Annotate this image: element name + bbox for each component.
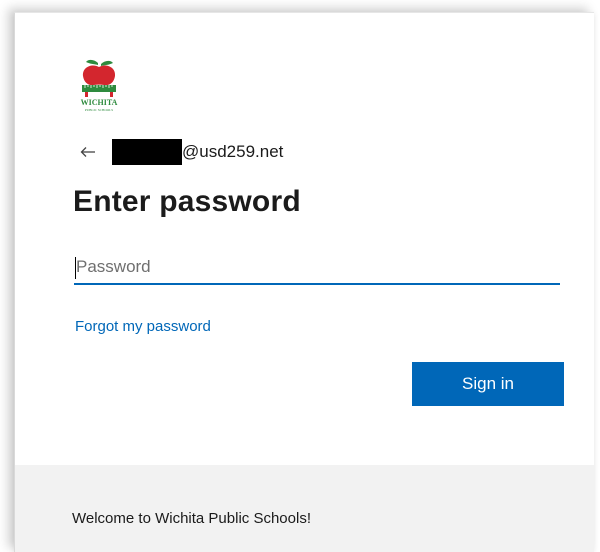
text-caret <box>75 257 76 279</box>
logo-subtext: PUBLIC SCHOOLS <box>85 108 113 112</box>
back-arrow-icon[interactable] <box>78 142 98 162</box>
page: WICHITA PUBLIC SCHOOLS @usd259.net Enter… <box>0 0 600 552</box>
redacted-username <box>112 139 182 165</box>
logo-name: WICHITA <box>81 98 118 107</box>
email-domain: @usd259.net <box>182 142 284 161</box>
apple-logo-icon: WICHITA PUBLIC SCHOOLS <box>81 59 118 112</box>
forgot-password-link[interactable]: Forgot my password <box>75 318 211 335</box>
footer-banner: Welcome to Wichita Public Schools! <box>15 465 594 552</box>
welcome-text: Welcome to Wichita Public Schools! <box>72 510 311 527</box>
wichita-logo: WICHITA PUBLIC SCHOOLS <box>74 57 124 113</box>
identity-row: @usd259.net <box>78 139 283 165</box>
page-title: Enter password <box>73 185 301 218</box>
password-field[interactable] <box>74 251 560 285</box>
signin-card: WICHITA PUBLIC SCHOOLS @usd259.net Enter… <box>14 12 594 552</box>
sign-in-button[interactable]: Sign in <box>412 362 564 406</box>
